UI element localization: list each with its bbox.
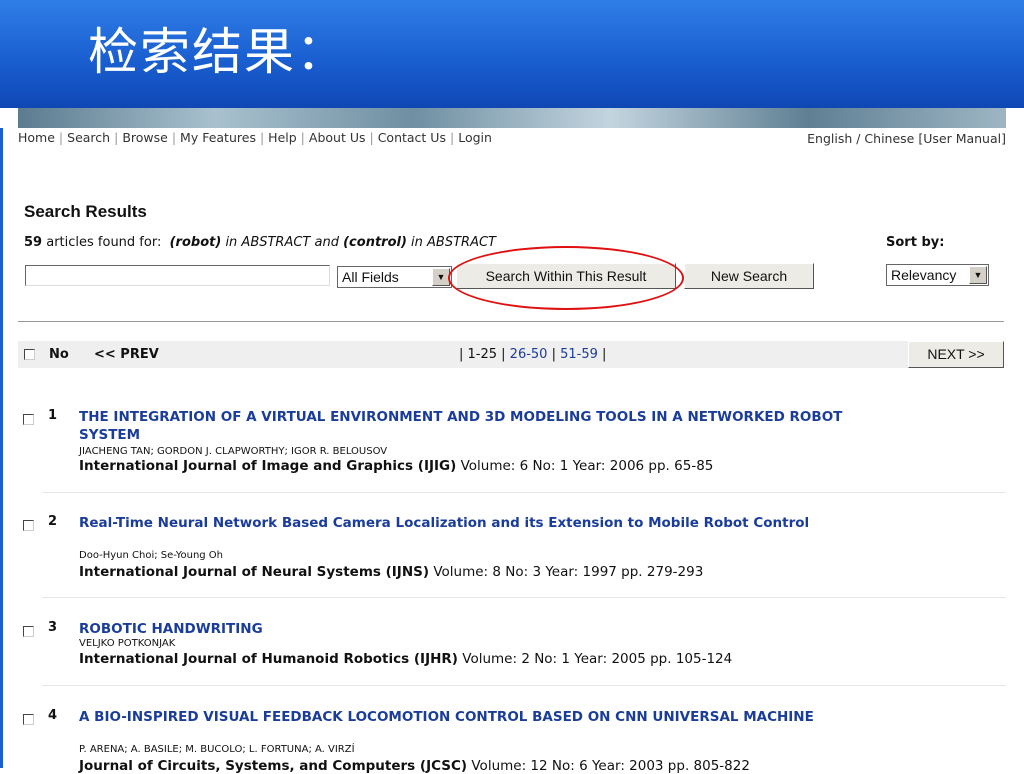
- page-current: | 1-25 |: [459, 347, 506, 362]
- result-divider: [42, 685, 1006, 686]
- result-authors: Doo-Hyun Choi; Se-Young Oh: [79, 550, 224, 561]
- result-title-link[interactable]: ROBOTIC HANDWRITING: [79, 620, 899, 638]
- page-separator: |: [551, 347, 556, 362]
- nav-about-us[interactable]: About Us: [309, 130, 366, 145]
- nav-separator: |: [449, 130, 455, 145]
- result-journal-line: International Journal of Humanoid Roboti…: [79, 651, 732, 667]
- result-checkbox[interactable]: [23, 414, 34, 425]
- nav-browse[interactable]: Browse: [122, 130, 168, 145]
- result-number: 2: [48, 514, 58, 529]
- result-journal-line: International Journal of Neural Systems …: [79, 564, 703, 580]
- sort-by-label: Sort by:: [886, 235, 945, 250]
- nav-separator: |: [114, 130, 119, 145]
- next-page-button[interactable]: NEXT >>: [908, 341, 1004, 368]
- result-details: Volume: 12 No: 6 Year: 2003 pp. 805-822: [471, 758, 750, 774]
- page-link-51-59[interactable]: 51-59: [560, 347, 598, 362]
- sort-select[interactable]: Relevancy ▼: [886, 264, 989, 286]
- sort-select-value: Relevancy: [891, 267, 957, 283]
- top-nav: Home | Search | Browse | My Features | Help | Abou…: [18, 130, 492, 145]
- nav-contact-us[interactable]: Contact Us: [378, 130, 446, 145]
- divider: [18, 321, 1004, 322]
- results-count-line: 59 articles found for: (robot) in ABSTRA…: [24, 235, 496, 250]
- result-checkbox[interactable]: [23, 520, 34, 531]
- query-field-1: in ABSTRACT and: [225, 235, 339, 250]
- results-found-text: articles found for:: [46, 235, 162, 250]
- no-column-label: No: [49, 347, 69, 362]
- pagination-bar: No << PREV | 1-25 | 26-50 | 51-59 | NEXT…: [18, 341, 1004, 368]
- site-banner: [18, 108, 1006, 128]
- select-all-checkbox[interactable]: [24, 349, 35, 360]
- prev-page-link[interactable]: << PREV: [94, 347, 159, 362]
- search-results-heading: Search Results: [24, 202, 147, 221]
- result-number: 3: [48, 620, 58, 635]
- result-checkbox[interactable]: [23, 626, 34, 637]
- result-title-link[interactable]: THE INTEGRATION OF A VIRTUAL ENVIRONMENT…: [79, 408, 899, 444]
- result-journal-line: International Journal of Image and Graph…: [79, 458, 713, 474]
- query-term-2: (control): [343, 235, 407, 250]
- results-count: 59: [24, 235, 43, 250]
- result-authors: VELJKO POTKONJAK: [79, 638, 176, 649]
- nav-search[interactable]: Search: [67, 130, 110, 145]
- result-authors: JIACHENG TAN; GORDON J. CLAPWORTHY; IGOR…: [79, 446, 388, 457]
- result-divider: [42, 492, 1006, 493]
- nav-login[interactable]: Login: [458, 130, 492, 145]
- query-field-2: in ABSTRACT: [411, 235, 496, 250]
- result-number: 1: [48, 408, 58, 423]
- nav-separator: |: [58, 130, 64, 145]
- slide-title: 检索结果：: [88, 23, 348, 81]
- nav-separator: |: [369, 130, 374, 145]
- result-divider: [42, 597, 1006, 598]
- nav-separator: |: [171, 130, 177, 145]
- slide-left-edge: [0, 128, 3, 768]
- search-within-input[interactable]: [25, 265, 330, 286]
- page-links: | 1-25 | 26-50 | 51-59 |: [459, 347, 606, 362]
- result-title-link[interactable]: Real-Time Neural Network Based Camera Lo…: [79, 514, 899, 532]
- nav-help[interactable]: Help: [268, 130, 297, 145]
- field-select[interactable]: All Fields ▼: [337, 266, 452, 288]
- nav-separator: |: [259, 130, 265, 145]
- result-journal: International Journal of Neural Systems …: [79, 564, 430, 580]
- nav-home[interactable]: Home: [18, 130, 55, 145]
- result-checkbox[interactable]: [23, 714, 34, 725]
- result-number: 4: [48, 708, 58, 723]
- field-select-value: All Fields: [342, 269, 399, 285]
- language-switch[interactable]: English / Chinese [User Manual]: [807, 131, 1006, 146]
- result-details: Volume: 2 No: 1 Year: 2005 pp. 105-124: [462, 651, 733, 667]
- result-journal: International Journal of Image and Graph…: [79, 458, 457, 474]
- nav-my-features[interactable]: My Features: [180, 130, 256, 145]
- result-journal: International Journal of Humanoid Roboti…: [79, 651, 458, 667]
- nav-separator: |: [300, 130, 305, 145]
- slide-header: 检索结果：: [0, 0, 1024, 108]
- result-journal: Journal of Circuits, Systems, and Comput…: [79, 758, 468, 774]
- chevron-down-icon[interactable]: ▼: [969, 266, 987, 284]
- page-separator: |: [602, 347, 607, 362]
- result-title-link[interactable]: A BIO-INSPIRED VISUAL FEEDBACK LOCOMOTIO…: [79, 708, 899, 726]
- result-authors: P. ARENA; A. BASILE; M. BUCOLO; L. FORTU…: [79, 744, 355, 755]
- new-search-button[interactable]: New Search: [684, 263, 814, 289]
- result-details: Volume: 8 No: 3 Year: 1997 pp. 279-293: [433, 564, 704, 580]
- result-journal-line: Journal of Circuits, Systems, and Comput…: [79, 758, 750, 774]
- annotation-circle: [448, 246, 684, 310]
- query-term-1: (robot): [169, 235, 222, 250]
- page-link-26-50[interactable]: 26-50: [510, 347, 548, 362]
- result-details: Volume: 6 No: 1 Year: 2006 pp. 65-85: [460, 458, 714, 474]
